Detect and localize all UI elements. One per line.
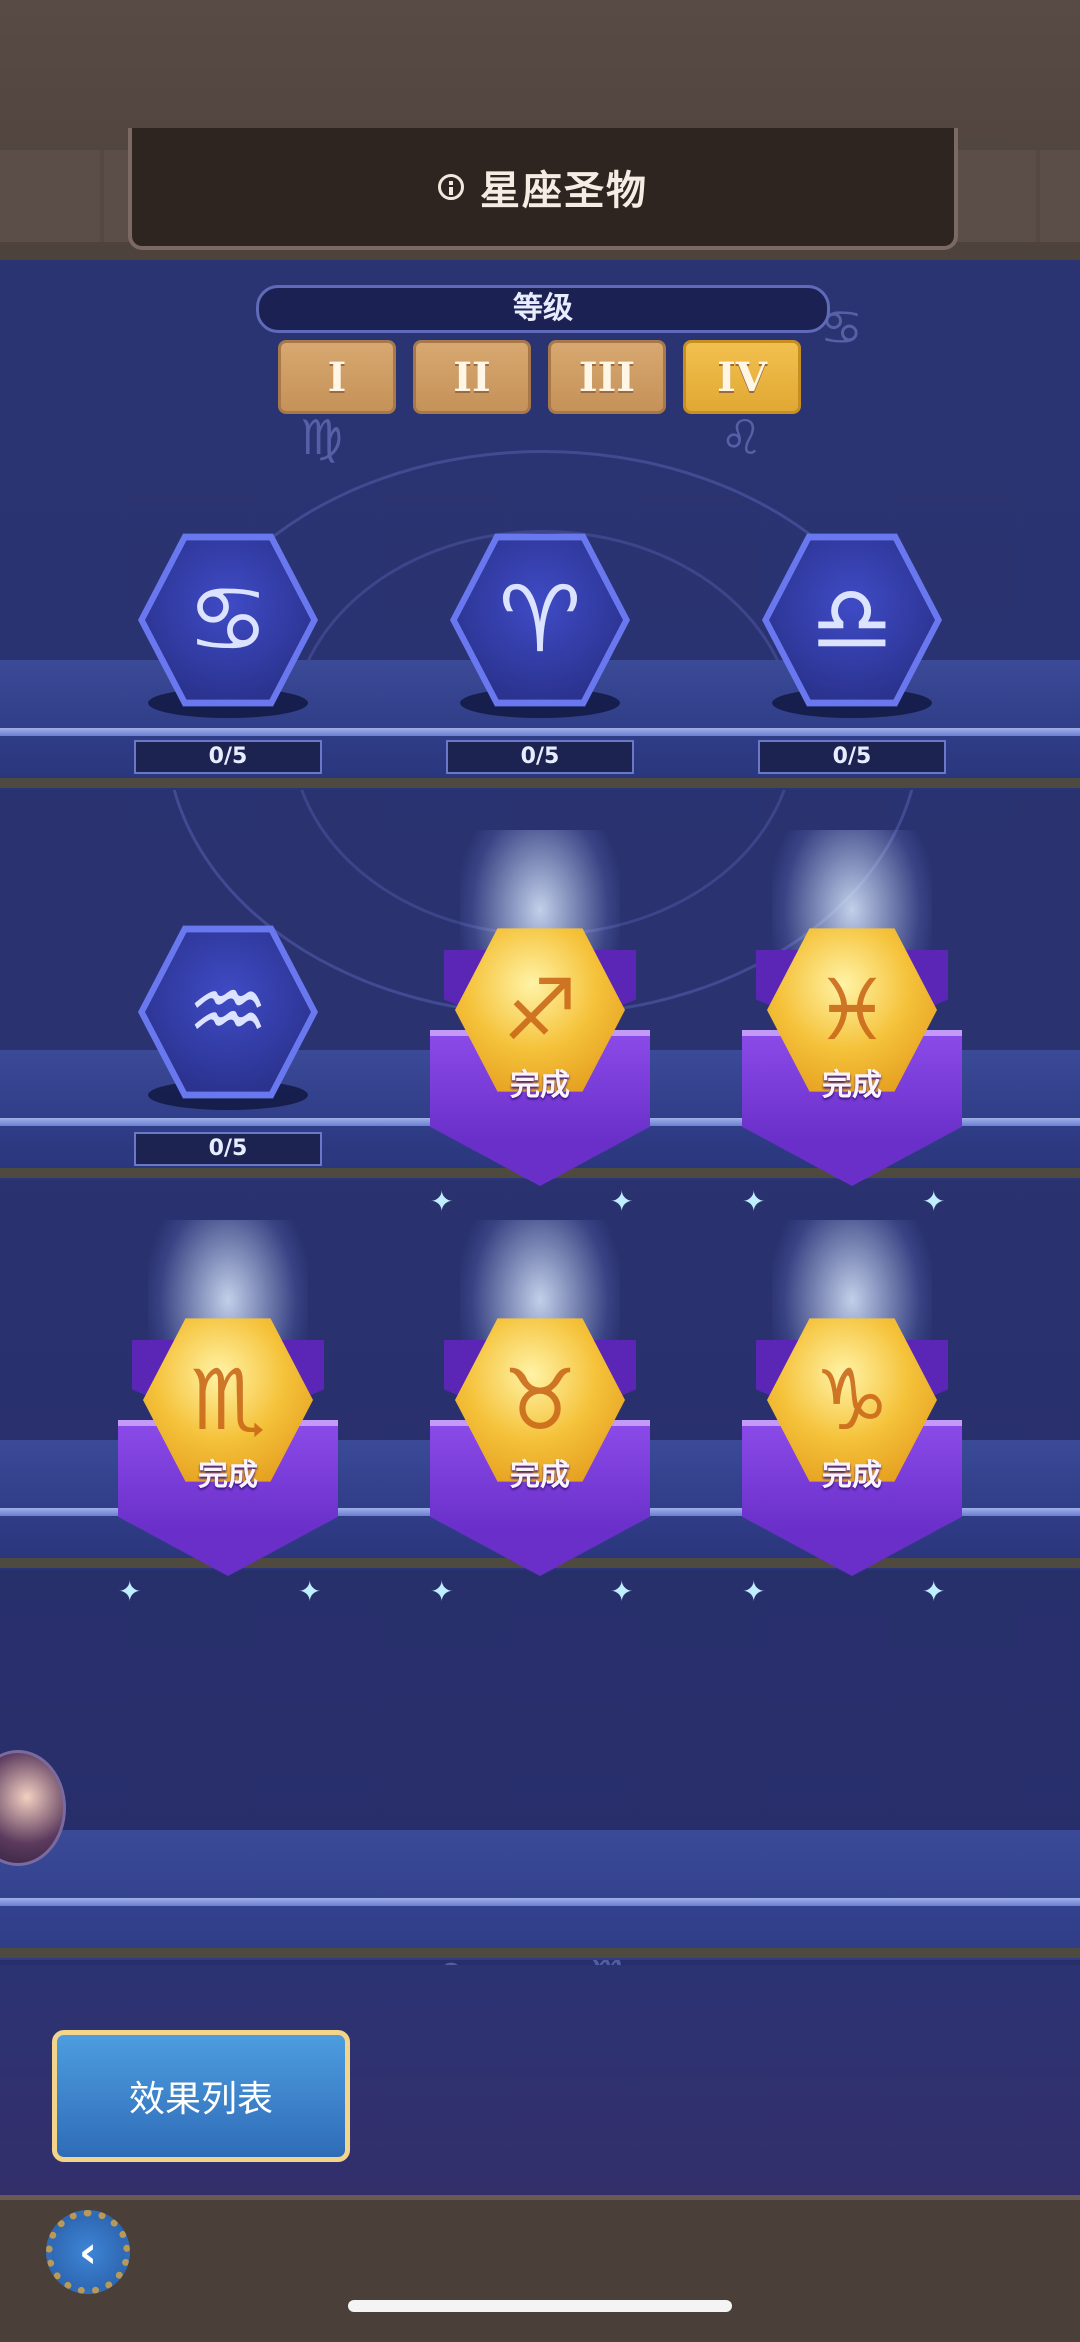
- sparkle-icon: ✦: [430, 1575, 454, 1608]
- complete-label: 完成: [198, 1458, 258, 1493]
- sparkle-icon: ✦: [742, 1575, 766, 1608]
- empty-shelf: [0, 1830, 1080, 1960]
- relic-taurus-complete[interactable]: ♉ 完成 ✦ ✦: [430, 1220, 650, 1608]
- relic-aquarius[interactable]: ♒: [138, 922, 318, 1110]
- virgo-glyph-decoration: ♍: [300, 410, 344, 466]
- relic-capricorn-complete[interactable]: ♑ 完成 ✦ ✦: [742, 1220, 962, 1608]
- relic-scorpio-complete[interactable]: ♏ 完成 ✦ ✦: [118, 1220, 338, 1608]
- sparkle-icon: ✦: [610, 1185, 634, 1218]
- sparkle-icon: ✦: [922, 1185, 946, 1218]
- level-label: 等级: [256, 285, 830, 333]
- title-plate: 星座圣物: [128, 128, 958, 250]
- libra-icon: ♎: [810, 566, 894, 673]
- complete-label: 完成: [510, 1458, 570, 1493]
- complete-label: 完成: [822, 1068, 882, 1103]
- relic-libra-progress: 0/5: [758, 740, 946, 774]
- effects-list-button[interactable]: 效果列表: [52, 2030, 350, 2162]
- page-title: 星座圣物: [480, 168, 648, 214]
- relic-pisces-complete[interactable]: ♓ 完成 ✦ ✦: [742, 830, 962, 1218]
- leo-glyph-decoration: ♌: [720, 410, 764, 466]
- home-indicator[interactable]: [348, 2300, 732, 2312]
- relic-cancer[interactable]: ♋: [138, 530, 318, 718]
- relic-aquarius-progress: 0/5: [134, 1132, 322, 1166]
- relic-aries-progress: 0/5: [446, 740, 634, 774]
- sparkle-icon: ✦: [610, 1575, 634, 1608]
- sparkle-icon: ✦: [742, 1185, 766, 1218]
- relic-sagittarius-complete[interactable]: ♐ 完成 ✦ ✦: [430, 830, 650, 1218]
- cancer-icon: ♋: [186, 566, 270, 673]
- info-icon[interactable]: [438, 174, 464, 200]
- sparkle-icon: ✦: [430, 1185, 454, 1218]
- relic-aries[interactable]: ♈: [450, 530, 630, 718]
- sparkle-icon: ✦: [118, 1575, 142, 1608]
- level-tab-2[interactable]: II: [413, 340, 531, 414]
- sparkle-icon: ✦: [298, 1575, 322, 1608]
- level-tab-4[interactable]: IV: [683, 340, 801, 414]
- aquarius-icon: ♒: [186, 958, 270, 1065]
- back-button[interactable]: ‹: [46, 2210, 130, 2294]
- footer-bar: [0, 2195, 1080, 2342]
- relic-libra[interactable]: ♎: [762, 530, 942, 718]
- sparkle-icon: ✦: [922, 1575, 946, 1608]
- complete-label: 完成: [510, 1068, 570, 1103]
- relic-cancer-progress: 0/5: [134, 740, 322, 774]
- level-tab-3[interactable]: III: [548, 340, 666, 414]
- complete-label: 完成: [822, 1458, 882, 1493]
- level-tab-1[interactable]: I: [278, 340, 396, 414]
- aries-icon: ♈: [498, 566, 582, 673]
